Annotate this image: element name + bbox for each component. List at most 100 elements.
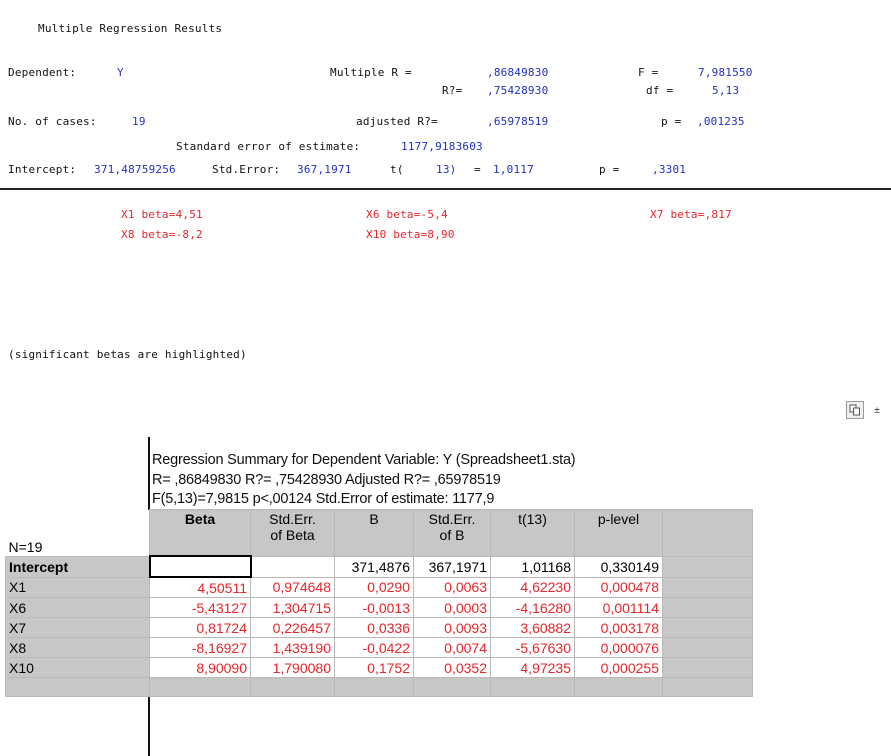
beta-x1: X1 beta=4,51 <box>121 208 203 221</box>
table-cell-empty <box>662 597 753 618</box>
col-header-b[interactable]: B <box>334 509 414 557</box>
df-label: df = <box>646 84 674 97</box>
table-cell[interactable]: 0,330149 <box>574 555 663 578</box>
table-cell[interactable]: 0,000076 <box>574 637 663 658</box>
col-header-line1: Beta <box>184 511 216 527</box>
intercept-stderr-value: 367,1971 <box>297 163 352 176</box>
df-value: 5,13 <box>712 84 740 97</box>
table-cell[interactable]: 0,000478 <box>574 576 663 598</box>
table-cell[interactable]: 0,0063 <box>413 576 491 598</box>
copy-icon-glyph <box>849 404 860 416</box>
table-cell-empty <box>250 677 335 697</box>
table-cell[interactable]: 371,4876 <box>334 555 414 578</box>
row-count-header: N=19 <box>5 509 150 557</box>
table-cell[interactable]: -5,43127 <box>149 597 251 618</box>
col-header-p-level[interactable]: p-level <box>574 509 663 557</box>
table-cell[interactable]: -4,16280 <box>490 597 575 618</box>
table-cell[interactable]: 0,0074 <box>413 637 491 658</box>
intercept-t-value: 1,0117 <box>493 163 534 176</box>
col-header-stderr-b[interactable]: Std.Err. of B <box>413 509 491 557</box>
table-cell[interactable]: 0,226457 <box>250 617 335 638</box>
report-title: Multiple Regression Results <box>38 22 223 35</box>
table-cell[interactable]: 4,97235 <box>490 657 575 678</box>
col-header-stderr-beta[interactable]: Std.Err. of Beta <box>250 509 335 557</box>
table-cell[interactable]: 0,0093 <box>413 617 491 638</box>
row-header[interactable]: X1 <box>5 576 150 598</box>
row-header-empty <box>5 677 150 697</box>
table-cell[interactable]: 0,1752 <box>334 657 414 678</box>
table-cell[interactable]: 0,0003 <box>413 597 491 618</box>
table-cell[interactable] <box>250 555 335 578</box>
intercept-p-label: p = <box>599 163 620 176</box>
report-toolbar: ± <box>846 401 886 419</box>
row-header[interactable]: X6 <box>5 597 150 618</box>
col-header-line1: t(13) <box>518 511 547 527</box>
copy-icon[interactable] <box>846 401 864 419</box>
table-cell[interactable]: -8,16927 <box>149 637 251 658</box>
table-cell[interactable]: 0,003178 <box>574 617 663 638</box>
dependent-value: Y <box>117 66 124 79</box>
table-cell[interactable]: 0,0336 <box>334 617 414 638</box>
pin-icon[interactable]: ± <box>868 401 886 419</box>
dependent-label: Dependent: <box>8 66 77 79</box>
row-header[interactable]: X10 <box>5 657 150 678</box>
table-cell[interactable]: 1,304715 <box>250 597 335 618</box>
summary-title: Regression Summary for Dependent Variabl… <box>152 452 576 468</box>
std-err-est-value: 1177,9183603 <box>401 140 483 153</box>
table-cell[interactable]: 0,81724 <box>149 617 251 638</box>
table-cell[interactable]: 1,439190 <box>250 637 335 658</box>
table-cell[interactable]: 8,90090 <box>149 657 251 678</box>
table-cell[interactable]: 0,001114 <box>574 597 663 618</box>
summary-stats-f: F(5,13)=7,9815 p<,00124 Std.Error of est… <box>152 491 495 507</box>
row-header[interactable]: X8 <box>5 637 150 658</box>
table-cell-empty <box>574 677 663 697</box>
table-cell-empty <box>490 677 575 697</box>
col-header-line1: Std.Err. <box>428 511 476 527</box>
p-value: ,001235 <box>697 115 745 128</box>
table-cell-empty <box>662 657 753 678</box>
table-cell-empty <box>149 677 251 697</box>
row-header[interactable]: Intercept <box>5 555 150 578</box>
table-cell-empty <box>413 677 491 697</box>
horizontal-divider <box>0 188 891 190</box>
col-header-beta[interactable]: Beta <box>149 509 251 557</box>
highlight-note: (significant betas are highlighted) <box>8 348 247 361</box>
beta-x7: X7 beta=,817 <box>650 208 732 221</box>
intercept-t-label: t( <box>390 163 404 176</box>
table-cell-selected[interactable] <box>148 555 252 578</box>
cases-label: No. of cases: <box>8 115 97 128</box>
table-cell-empty <box>662 555 753 578</box>
table-cell-empty <box>662 677 753 697</box>
table-cell[interactable]: 1,790080 <box>250 657 335 678</box>
table-cell[interactable]: 0,0290 <box>334 576 414 598</box>
intercept-label: Intercept: <box>8 163 77 176</box>
col-header-line2: of B <box>439 527 465 543</box>
table-cell[interactable]: 0,0352 <box>413 657 491 678</box>
table-row: X6 -5,43127 1,304715 -0,0013 0,0003 -4,1… <box>5 597 753 618</box>
table-cell[interactable]: 0,974648 <box>250 576 335 598</box>
table-cell[interactable]: 4,62230 <box>490 576 575 598</box>
table-cell[interactable]: 1,01168 <box>490 555 575 578</box>
table-cell[interactable]: 367,1971 <box>413 555 491 578</box>
table-cell[interactable]: 0,000255 <box>574 657 663 678</box>
table-row: X10 8,90090 1,790080 0,1752 0,0352 4,972… <box>5 657 753 678</box>
col-header-line2: of Beta <box>270 527 315 543</box>
table-row: X8 -8,16927 1,439190 -0,0422 0,0074 -5,6… <box>5 637 753 658</box>
cases-value: 19 <box>132 115 146 128</box>
p-label: p = <box>661 115 682 128</box>
table-cell[interactable]: -5,67630 <box>490 637 575 658</box>
table-cell[interactable]: -0,0422 <box>334 637 414 658</box>
table-row: X1 4,50511 0,974648 0,0290 0,0063 4,6223… <box>5 576 753 598</box>
row-header[interactable]: X7 <box>5 617 150 638</box>
r2-value: ,75428930 <box>487 84 549 97</box>
table-cell[interactable]: -0,0013 <box>334 597 414 618</box>
table-cell[interactable]: 4,50511 <box>149 576 251 598</box>
table-cell-empty <box>334 677 414 697</box>
intercept-value: 371,48759256 <box>94 163 176 176</box>
adj-r2-value: ,65978519 <box>487 115 549 128</box>
multiple-r-label: Multiple R = <box>330 66 412 79</box>
table-cell[interactable]: 3,60882 <box>490 617 575 638</box>
col-header-t[interactable]: t(13) <box>490 509 575 557</box>
beta-x10: X10 beta=8,90 <box>366 228 455 241</box>
r2-label: R?= <box>442 84 463 97</box>
